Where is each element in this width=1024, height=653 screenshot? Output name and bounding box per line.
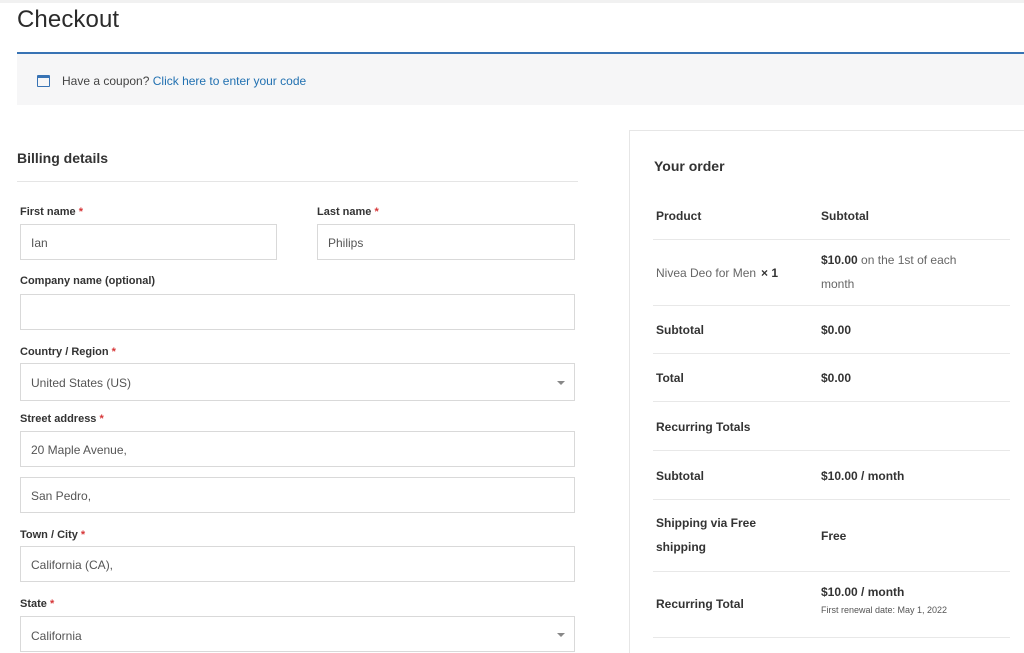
coupon-text: Have a coupon? Click here to enter your …	[62, 74, 306, 88]
product-price-description-line2: month	[821, 277, 855, 291]
top-border	[0, 0, 1024, 3]
country-select[interactable]: United States (US)	[20, 363, 575, 401]
required-marker: *	[111, 346, 116, 358]
street-address-line1[interactable]: 20 Maple Avenue,	[20, 431, 575, 467]
billing-divider	[17, 181, 578, 182]
chevron-down-icon	[557, 633, 565, 637]
product-subtotal: $10.00 on the 1st of each month	[821, 248, 956, 296]
recurring-total-row: Recurring Total $10.00 / month First ren…	[653, 572, 1010, 638]
state-label: State *	[20, 598, 55, 610]
renewal-date: First renewal date: May 1, 2022	[821, 605, 948, 615]
last-name-field[interactable]: Philips	[317, 224, 575, 260]
product-price-description: on the 1st of each	[861, 253, 957, 267]
required-marker: *	[49, 598, 55, 610]
subtotal-row: Subtotal $0.00	[653, 306, 1010, 354]
street-address-line2[interactable]: San Pedro,	[20, 477, 575, 513]
city-label: Town / City *	[20, 529, 86, 541]
last-name-label: Last name *	[317, 206, 379, 218]
total-value: $0.00	[821, 371, 852, 385]
company-name-label: Company name (optional)	[20, 275, 156, 287]
required-marker: *	[80, 529, 86, 541]
coupon-notice: Have a coupon? Click here to enter your …	[17, 52, 1024, 105]
country-label: Country / Region *	[20, 346, 116, 358]
product-name: Nivea Deo for Men × 1	[656, 266, 779, 280]
coupon-link[interactable]: Click here to enter your code	[153, 74, 306, 88]
total-row: Total $0.00	[653, 354, 1010, 402]
first-name-field[interactable]: Ian	[20, 224, 277, 260]
order-item-row: Nivea Deo for Men × 1 $10.00 on the 1st o…	[653, 240, 1010, 306]
first-name-label: First name *	[20, 206, 83, 218]
product-quantity: × 1	[761, 266, 779, 280]
shipping-label: Shipping via Free shipping	[656, 516, 757, 554]
recurring-total-value: $10.00 / month First renewal date: May 1…	[821, 585, 948, 615]
state-select[interactable]: California	[20, 616, 575, 652]
recurring-subtotal-row: Subtotal $10.00 / month	[653, 451, 1010, 500]
shipping-row: Shipping via Free shipping Free	[653, 500, 1010, 572]
recurring-totals-row: Recurring Totals	[653, 402, 1010, 451]
recurring-subtotal-label: Subtotal	[656, 469, 704, 483]
recurring-subtotal-value: $10.00 / month	[821, 469, 905, 483]
recurring-totals-label: Recurring Totals	[656, 420, 751, 434]
recurring-total-label: Recurring Total	[656, 597, 744, 611]
subtotal-column-header: Subtotal	[821, 209, 869, 223]
order-title: Your order	[654, 158, 725, 174]
street-address-label: Street address *	[20, 413, 104, 425]
product-column-header: Product	[656, 209, 702, 223]
calendar-icon	[37, 75, 50, 87]
coupon-prompt: Have a coupon?	[62, 74, 150, 88]
billing-title: Billing details	[17, 150, 109, 166]
chevron-down-icon	[557, 381, 565, 385]
order-header-row: Product Subtotal	[653, 192, 1010, 240]
city-field[interactable]: California (CA),	[20, 546, 575, 582]
company-name-field[interactable]	[20, 294, 575, 330]
shipping-value: Free	[821, 529, 847, 543]
product-price: $10.00	[821, 253, 858, 267]
total-label: Total	[656, 371, 684, 385]
required-marker: *	[78, 206, 83, 218]
subtotal-label: Subtotal	[656, 323, 704, 337]
page-title: Checkout	[17, 6, 120, 33]
subtotal-value: $0.00	[821, 323, 852, 337]
required-marker: *	[99, 413, 104, 425]
required-marker: *	[374, 206, 379, 218]
